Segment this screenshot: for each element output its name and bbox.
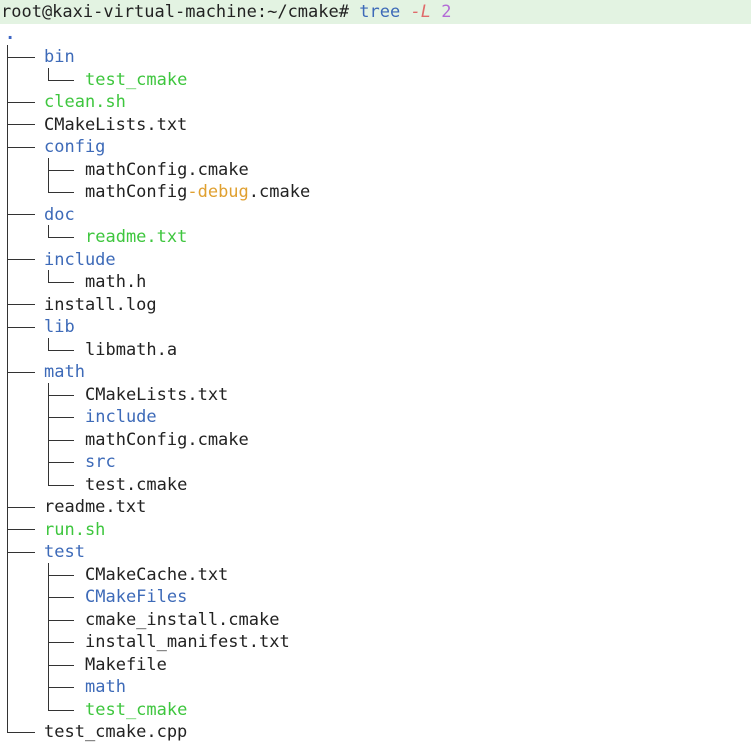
tree-sub-branch-line [48, 687, 74, 688]
tree-file-libmath-a[interactable]: libmath.a [85, 339, 177, 361]
command-line[interactable]: root@kaxi-virtual-machine:~/cmake# tree … [0, 0, 751, 24]
tree-sub-branch-line [48, 417, 74, 418]
tree-branch-line [7, 259, 35, 260]
tree-sub-branch-line [48, 282, 74, 283]
tree-sub-trunk-line [48, 225, 49, 237]
tree-file-math-cmakelists[interactable]: CMakeLists.txt [85, 384, 228, 406]
tree-branch-line [7, 732, 35, 733]
tree-dir-test[interactable]: test [44, 541, 85, 563]
tree-exec-readme-txt[interactable]: readme.txt [85, 226, 187, 248]
tree-branch-line [7, 304, 35, 305]
tree-sub-branch-line [48, 80, 74, 81]
tree-trunk-line [7, 45, 8, 732]
tree-dir-include[interactable]: include [44, 249, 116, 271]
tree-dir-bin[interactable]: bin [44, 46, 75, 68]
tree-sub-branch-line [48, 575, 74, 576]
tree-file-cmakelists[interactable]: CMakeLists.txt [44, 114, 187, 136]
tree-sub-branch-line [48, 485, 74, 486]
command-name: tree [359, 2, 401, 22]
tree-sub-branch-line [48, 350, 74, 351]
tree-branch-line [7, 124, 35, 125]
tree-sub-branch-line [48, 620, 74, 621]
tree-sub-branch-line [48, 597, 74, 598]
tree-branch-line [7, 327, 35, 328]
tree-branch-line [7, 507, 35, 508]
tree-dir-config[interactable]: config [44, 136, 105, 158]
tree-dir-doc[interactable]: doc [44, 204, 75, 226]
tree-dir-lib[interactable]: lib [44, 316, 75, 338]
command-flag: -L [410, 2, 431, 22]
tree-file-mathconfig-debug-cmake[interactable]: mathConfig-debug.cmake [85, 181, 310, 203]
tree-root: . [5, 24, 16, 44]
tree-branch-line [7, 552, 35, 553]
tree-branch-line [7, 147, 35, 148]
tree-sub-branch-line [48, 710, 74, 711]
tree-sub-branch-line [48, 170, 74, 171]
tree-sub-trunk-line [48, 158, 49, 192]
shell-prompt: root@kaxi-virtual-machine:~/cmake# [1, 2, 349, 22]
tree-file-math-h[interactable]: math.h [85, 271, 146, 293]
terminal-window[interactable]: root@kaxi-virtual-machine:~/cmake# tree … [0, 0, 751, 754]
tree-exec-clean-sh[interactable]: clean.sh [44, 91, 126, 113]
tree-sub-branch-line [48, 462, 74, 463]
tree-branch-line [7, 102, 35, 103]
filename-part: .cmake [248, 182, 311, 202]
tree-branch-line [7, 57, 35, 58]
tree-file-cmakecache[interactable]: CMakeCache.txt [85, 564, 228, 586]
tree-sub-trunk-line [48, 270, 49, 282]
tree-file-readme[interactable]: readme.txt [44, 496, 146, 518]
tree-exec-run-sh[interactable]: run.sh [44, 519, 105, 541]
tree-dir-cmakefiles[interactable]: CMakeFiles [85, 586, 187, 608]
tree-branch-line [7, 529, 35, 530]
tree-file-makefile[interactable]: Makefile [85, 654, 167, 676]
tree-sub-branch-line [48, 642, 74, 643]
tree-file-install-log[interactable]: install.log [44, 294, 157, 316]
tree-file-install-manifest[interactable]: install_manifest.txt [85, 631, 290, 653]
tree-sub-trunk-line [48, 338, 49, 350]
tree-sub-trunk-line [48, 68, 49, 80]
tree-dir-math-include[interactable]: include [85, 406, 157, 428]
tree-file-test-cmake-cpp[interactable]: test_cmake.cpp [44, 721, 187, 743]
tree-dir-test-math[interactable]: math [85, 676, 126, 698]
tree-file-math-mathconfig[interactable]: mathConfig.cmake [85, 429, 249, 451]
tree-file-test-cmake[interactable]: test.cmake [85, 474, 187, 496]
tree-sub-branch-line [48, 237, 74, 238]
command-arg: 2 [441, 2, 452, 22]
filename-part: mathConfig [85, 182, 188, 202]
tree-exec-test-cmake[interactable]: test_cmake [85, 69, 187, 91]
tree-sub-trunk-line [48, 383, 49, 485]
tree-sub-branch-line [48, 440, 74, 441]
tree-sub-branch-line [48, 395, 74, 396]
tree-branch-line [7, 214, 35, 215]
tree-branch-line [7, 372, 35, 373]
tree-sub-branch-line [48, 665, 74, 666]
tree-dir-math[interactable]: math [44, 361, 85, 383]
tree-file-cmake-install[interactable]: cmake_install.cmake [85, 609, 279, 631]
tree-sub-branch-line [48, 192, 74, 193]
tree-dir-math-src[interactable]: src [85, 451, 116, 473]
filename-highlight: -debug [187, 182, 249, 202]
tree-file-mathconfig-cmake[interactable]: mathConfig.cmake [85, 159, 249, 181]
tree-exec-test-test-cmake[interactable]: test_cmake [85, 699, 187, 721]
